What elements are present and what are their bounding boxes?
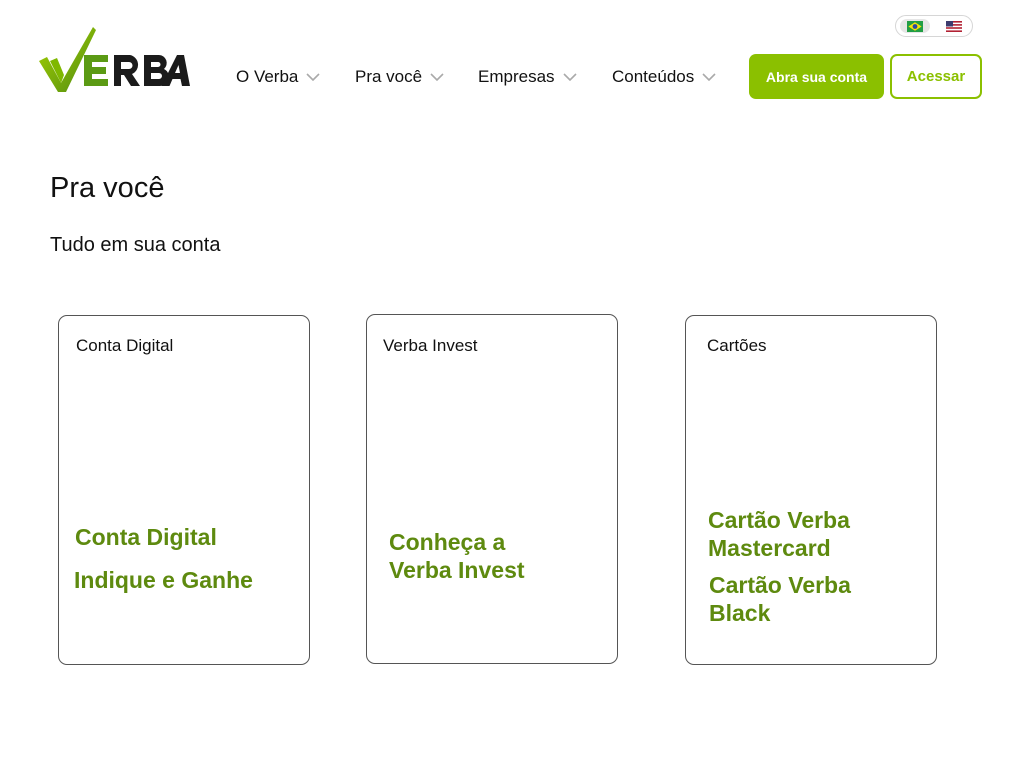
nav-item-o-verba[interactable]: O Verba xyxy=(236,66,320,88)
brazil-flag-icon[interactable] xyxy=(907,21,923,32)
chevron-down-icon xyxy=(306,73,320,81)
card-cartoes: Cartões Cartão Verba Mastercard Cartão V… xyxy=(685,315,937,665)
card-verba-invest: Verba Invest Conheça a Verba Invest xyxy=(366,314,618,664)
card-link-cartao-verba-black[interactable]: Cartão Verba Black xyxy=(709,571,851,627)
card-title: Verba Invest xyxy=(383,336,478,355)
card-conta-digital: Conta Digital Conta Digital Indique e Ga… xyxy=(58,315,310,665)
nav-item-label: Conteúdos xyxy=(612,67,695,86)
nav-item-empresas[interactable]: Empresas xyxy=(478,66,577,88)
chevron-down-icon xyxy=(562,73,577,81)
chevron-down-icon xyxy=(430,73,444,81)
login-button[interactable]: Acessar xyxy=(890,54,982,99)
open-account-button[interactable]: Abra sua conta xyxy=(749,54,884,99)
nav-item-label: Pra você xyxy=(355,67,423,86)
page-title: Pra você xyxy=(50,172,165,204)
us-flag-icon[interactable] xyxy=(946,21,962,32)
nav-item-pra-voce[interactable]: Pra você xyxy=(355,66,444,88)
page: O Verba Pra você Empresas Conteúdos Abra… xyxy=(0,0,1024,768)
card-link-conta-digital[interactable]: Conta Digital xyxy=(75,523,217,551)
card-title: Cartões xyxy=(707,336,767,355)
language-switch[interactable] xyxy=(895,15,973,37)
card-link-cartao-verba-mastercard[interactable]: Cartão Verba Mastercard xyxy=(708,506,850,562)
page-subtitle: Tudo em sua conta xyxy=(50,234,221,256)
card-link-indique-e-ganhe[interactable]: Indique e Ganhe xyxy=(74,566,253,594)
nav-item-conteudos[interactable]: Conteúdos xyxy=(612,66,716,88)
nav-item-label: Empresas xyxy=(478,67,555,86)
card-link-conheca-verba-invest[interactable]: Conheça a Verba Invest xyxy=(389,528,525,584)
chevron-down-icon xyxy=(702,73,716,81)
verba-logo[interactable] xyxy=(38,27,190,93)
nav-item-label: O Verba xyxy=(236,67,299,86)
card-title: Conta Digital xyxy=(76,336,174,355)
